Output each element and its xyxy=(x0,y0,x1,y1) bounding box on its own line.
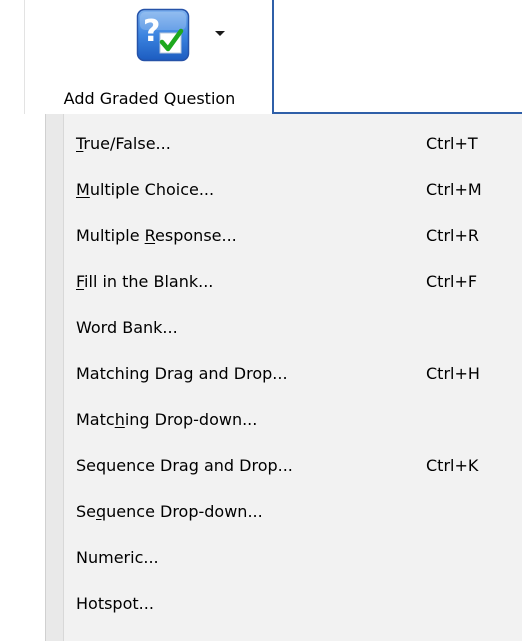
menu-item-shortcut: Ctrl+T xyxy=(426,134,478,153)
menu-item-shortcut: Ctrl+M xyxy=(426,180,482,199)
menu-item-multiple-choice[interactable]: Multiple Choice... Ctrl+M xyxy=(46,167,522,213)
menu-item-multiple-response[interactable]: Multiple Response... Ctrl+R xyxy=(46,213,522,259)
question-type-menu: True/False... Ctrl+T Multiple Choice... … xyxy=(45,114,522,641)
menu-item-shortcut: Ctrl+F xyxy=(426,272,478,291)
menu-item-true-false[interactable]: True/False... Ctrl+T xyxy=(46,121,522,167)
menu-item-matching-drop-down[interactable]: Matching Drop-down... xyxy=(46,397,522,443)
menu-item-numeric[interactable]: Numeric... xyxy=(46,535,522,581)
menu-item-hotspot[interactable]: Hotspot... xyxy=(46,581,522,627)
menu-item-sequence-drop-down[interactable]: Sequence Drop-down... xyxy=(46,489,522,535)
menu-item-shortcut: Ctrl+R xyxy=(426,226,479,245)
menu-item-label: Sequence Drop-down... xyxy=(76,502,263,521)
menu-item-label: Matching Drag and Drop... xyxy=(76,364,288,383)
menu-item-label: Numeric... xyxy=(76,548,159,567)
menu-item-label: Multiple Choice... xyxy=(76,180,215,199)
svg-text:?: ? xyxy=(143,14,160,49)
menu-item-word-bank[interactable]: Word Bank... xyxy=(46,305,522,351)
add-graded-question-button[interactable]: ? Add Graded Question xyxy=(24,0,273,114)
question-checkmark-icon: ? xyxy=(136,8,190,62)
menu-item-shortcut: Ctrl+H xyxy=(426,364,480,383)
menu-item-label: Sequence Drag and Drop... xyxy=(76,456,293,475)
menu-list: True/False... Ctrl+T Multiple Choice... … xyxy=(46,121,522,627)
menu-item-label: Fill in the Blank... xyxy=(76,272,214,291)
menu-item-fill-in-the-blank[interactable]: Fill in the Blank... Ctrl+F xyxy=(46,259,522,305)
menu-item-sequence-drag-and-drop[interactable]: Sequence Drag and Drop... Ctrl+K xyxy=(46,443,522,489)
menu-item-label: Word Bank... xyxy=(76,318,178,337)
ribbon-border-right xyxy=(272,0,274,114)
menu-item-shortcut: Ctrl+K xyxy=(426,456,479,475)
dropdown-arrow-icon[interactable] xyxy=(212,25,228,41)
menu-item-label: Matching Drop-down... xyxy=(76,410,258,429)
menu-item-label: True/False... xyxy=(76,134,171,153)
menu-item-matching-drag-and-drop[interactable]: Matching Drag and Drop... Ctrl+H xyxy=(46,351,522,397)
add-graded-question-label: Add Graded Question xyxy=(63,89,236,108)
menu-item-label: Multiple Response... xyxy=(76,226,237,245)
menu-item-label: Hotspot... xyxy=(76,594,154,613)
